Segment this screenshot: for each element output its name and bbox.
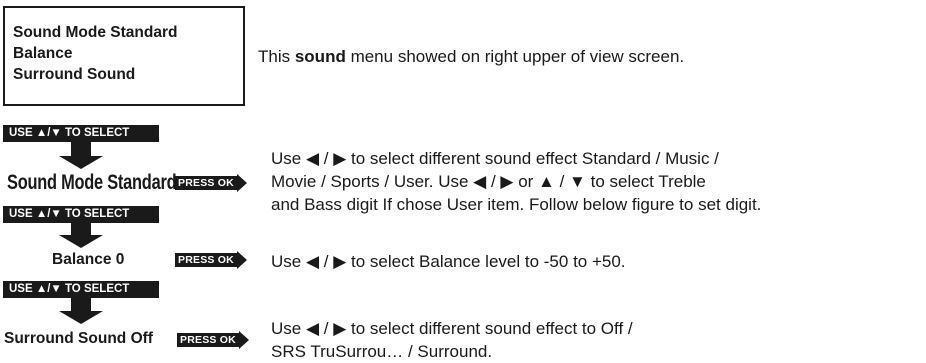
press-ok-arrow-icon — [236, 251, 247, 269]
press-ok-arrow-icon — [236, 174, 247, 192]
desc-line: Use ◀ / ▶ to select different sound effe… — [271, 149, 719, 168]
press-ok-tag-2: PRESS OK — [175, 251, 247, 269]
desc-line: SRS TruSurrou… / Surround. — [271, 342, 493, 361]
desc-line: Movie / Sports / User. Use ◀ / ▶ or ▲ / … — [271, 172, 706, 191]
sound-menu-box: Sound Mode Standard Balance Surround Sou… — [3, 6, 245, 106]
step-label-surround: Surround Sound Off — [4, 330, 153, 347]
desc-line: Use ◀ / ▶ to select Balance level to -50… — [271, 252, 626, 271]
desc-line: and Bass digit If chose User item. Follo… — [271, 195, 762, 214]
press-ok-label: PRESS OK — [175, 253, 237, 267]
step-desc-sound-mode: Use ◀ / ▶ to select different sound effe… — [271, 147, 761, 216]
desc-line: Use ◀ / ▶ to select different sound effe… — [271, 319, 633, 338]
press-ok-arrow-icon — [238, 331, 249, 349]
intro-text-end: menu showed on right upper of view scree… — [345, 47, 685, 66]
press-ok-tag-1: PRESS OK — [175, 174, 247, 192]
step-label-balance: Balance 0 — [52, 251, 125, 268]
press-ok-label: PRESS OK — [175, 176, 237, 190]
intro-text: This sound menu showed on right upper of… — [258, 45, 684, 68]
intro-text-bold: sound — [294, 47, 346, 66]
intro-text-start: This — [258, 47, 295, 66]
menu-item-surround: Surround Sound — [13, 66, 136, 83]
step-desc-balance: Use ◀ / ▶ to select Balance level to -50… — [271, 250, 626, 273]
select-banner-3: USE ▲/▼ TO SELECT — [3, 281, 159, 298]
select-banner-1: USE ▲/▼ TO SELECT — [3, 125, 159, 142]
press-ok-label: PRESS OK — [177, 333, 239, 347]
select-banner-2: USE ▲/▼ TO SELECT — [3, 206, 159, 223]
step-desc-surround: Use ◀ / ▶ to select different sound effe… — [271, 317, 633, 363]
press-ok-tag-3: PRESS OK — [177, 331, 249, 349]
menu-item-sound-mode: Sound Mode Standard — [13, 24, 178, 41]
menu-item-balance: Balance — [13, 45, 73, 62]
step-label-sound-mode: Sound Mode Standard — [7, 171, 177, 194]
